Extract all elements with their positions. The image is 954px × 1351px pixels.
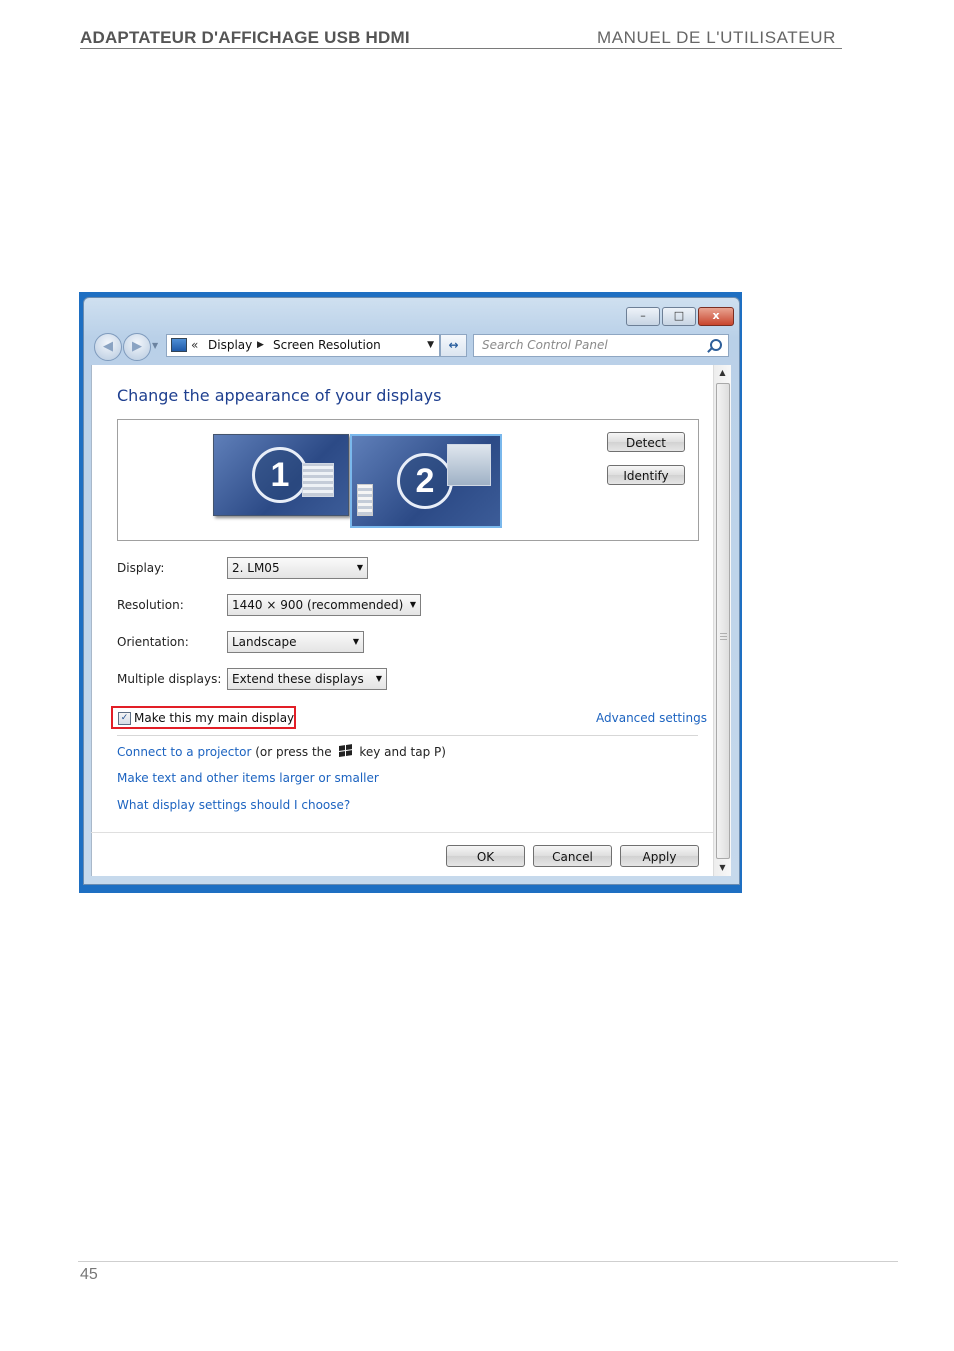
search-input[interactable]	[482, 337, 702, 353]
chevron-down-icon: ▼	[375, 674, 382, 683]
divider	[117, 735, 698, 736]
back-button[interactable]: ◀	[94, 333, 122, 361]
ok-button[interactable]: OK	[446, 845, 525, 867]
orientation-label: Orientation:	[117, 635, 189, 649]
advanced-settings-link[interactable]: Advanced settings	[596, 711, 707, 725]
close-button[interactable]: x	[698, 307, 734, 326]
monitor-window-icon	[447, 444, 491, 486]
projector-hint-before: (or press the	[255, 745, 332, 759]
chevron-down-icon: ▼	[356, 563, 363, 572]
scroll-down-icon[interactable]: ▼	[714, 860, 731, 876]
resolution-select[interactable]: 1440 × 900 (recommended) ▼	[227, 594, 421, 616]
refresh-button[interactable]: ↔	[440, 334, 467, 357]
maximize-button[interactable]: □	[662, 307, 696, 326]
multiple-displays-label: Multiple displays:	[117, 672, 222, 686]
monitor-1[interactable]: 1	[213, 434, 349, 516]
header-product-title: ADAPTATEUR D'AFFICHAGE USB HDMI	[80, 28, 410, 47]
connect-projector-link[interactable]: Connect to a projector	[117, 745, 251, 759]
monitor-sidebar-icon	[357, 484, 373, 516]
display-settings-help-link[interactable]: What display settings should I choose?	[117, 798, 350, 812]
multiple-displays-select[interactable]: Extend these displays ▼	[227, 668, 387, 690]
monitor-window-icon	[302, 463, 334, 497]
projector-row: Connect to a projector (or press the key…	[117, 744, 446, 759]
scroll-up-icon[interactable]: ▲	[714, 365, 731, 381]
detect-button[interactable]: Detect	[607, 432, 685, 452]
minimize-button[interactable]: –	[626, 307, 660, 326]
breadcrumb-display[interactable]: Display	[208, 335, 252, 356]
search-box[interactable]	[473, 334, 729, 357]
monitor-2[interactable]: 2	[350, 434, 502, 528]
chevron-down-icon: ▼	[352, 637, 359, 646]
monitor-number: 1	[252, 447, 308, 503]
chevron-down-icon: ▼	[409, 600, 416, 609]
resolution-select-value: 1440 × 900 (recommended)	[232, 598, 404, 612]
back-arrow-icon: ◀	[103, 339, 113, 354]
address-bar[interactable]: « Display ▶ Screen Resolution ▼	[166, 334, 440, 357]
titlebar-buttons: – □ x	[626, 307, 736, 326]
orientation-select-value: Landscape	[232, 635, 297, 649]
projector-hint-after: key and tap P)	[359, 745, 446, 759]
windows-key-icon	[338, 744, 353, 758]
forward-arrow-icon: ▶	[132, 339, 142, 354]
overflow-chevron[interactable]: «	[191, 335, 198, 356]
breadcrumb-screen-resolution[interactable]: Screen Resolution	[273, 335, 381, 356]
page-header: ADAPTATEUR D'AFFICHAGE USB HDMI MANUEL D…	[80, 26, 842, 49]
resolution-label: Resolution:	[117, 598, 184, 612]
header-manual-title: MANUEL DE L'UTILISATEUR	[596, 28, 836, 47]
footer-divider	[91, 832, 713, 833]
monitor-number: 2	[397, 453, 453, 509]
address-dropdown-icon[interactable]: ▼	[427, 335, 434, 356]
control-panel-icon	[171, 338, 187, 352]
multiple-displays-select-value: Extend these displays	[232, 672, 364, 686]
orientation-select[interactable]: Landscape ▼	[227, 631, 364, 653]
display-select-value: 2. LM05	[232, 561, 280, 575]
scrollbar-grip-icon: ― ― ―	[720, 629, 727, 643]
breadcrumb-separator-icon[interactable]: ▶	[257, 335, 264, 356]
text-size-link[interactable]: Make text and other items larger or smal…	[117, 771, 379, 785]
cancel-button[interactable]: Cancel	[533, 845, 612, 867]
scrollbar-thumb[interactable]: ― ― ―	[716, 383, 730, 859]
search-icon[interactable]	[710, 339, 722, 351]
apply-button[interactable]: Apply	[620, 845, 699, 867]
footer-rule	[78, 1261, 898, 1262]
refresh-icon: ↔	[448, 338, 459, 352]
recent-pages-dropdown[interactable]: ▼	[152, 341, 158, 350]
page-number: 45	[80, 1266, 98, 1283]
main-display-label[interactable]: Make this my main display	[134, 711, 294, 725]
main-display-checkbox[interactable]: ✓	[118, 712, 131, 725]
display-label: Display:	[117, 561, 165, 575]
vertical-scrollbar[interactable]: ▲ ― ― ― ▼	[713, 365, 731, 876]
forward-button[interactable]: ▶	[123, 333, 151, 361]
page-title: Change the appearance of your displays	[117, 386, 442, 405]
display-select[interactable]: 2. LM05 ▼	[227, 557, 368, 579]
identify-button[interactable]: Identify	[607, 465, 685, 485]
